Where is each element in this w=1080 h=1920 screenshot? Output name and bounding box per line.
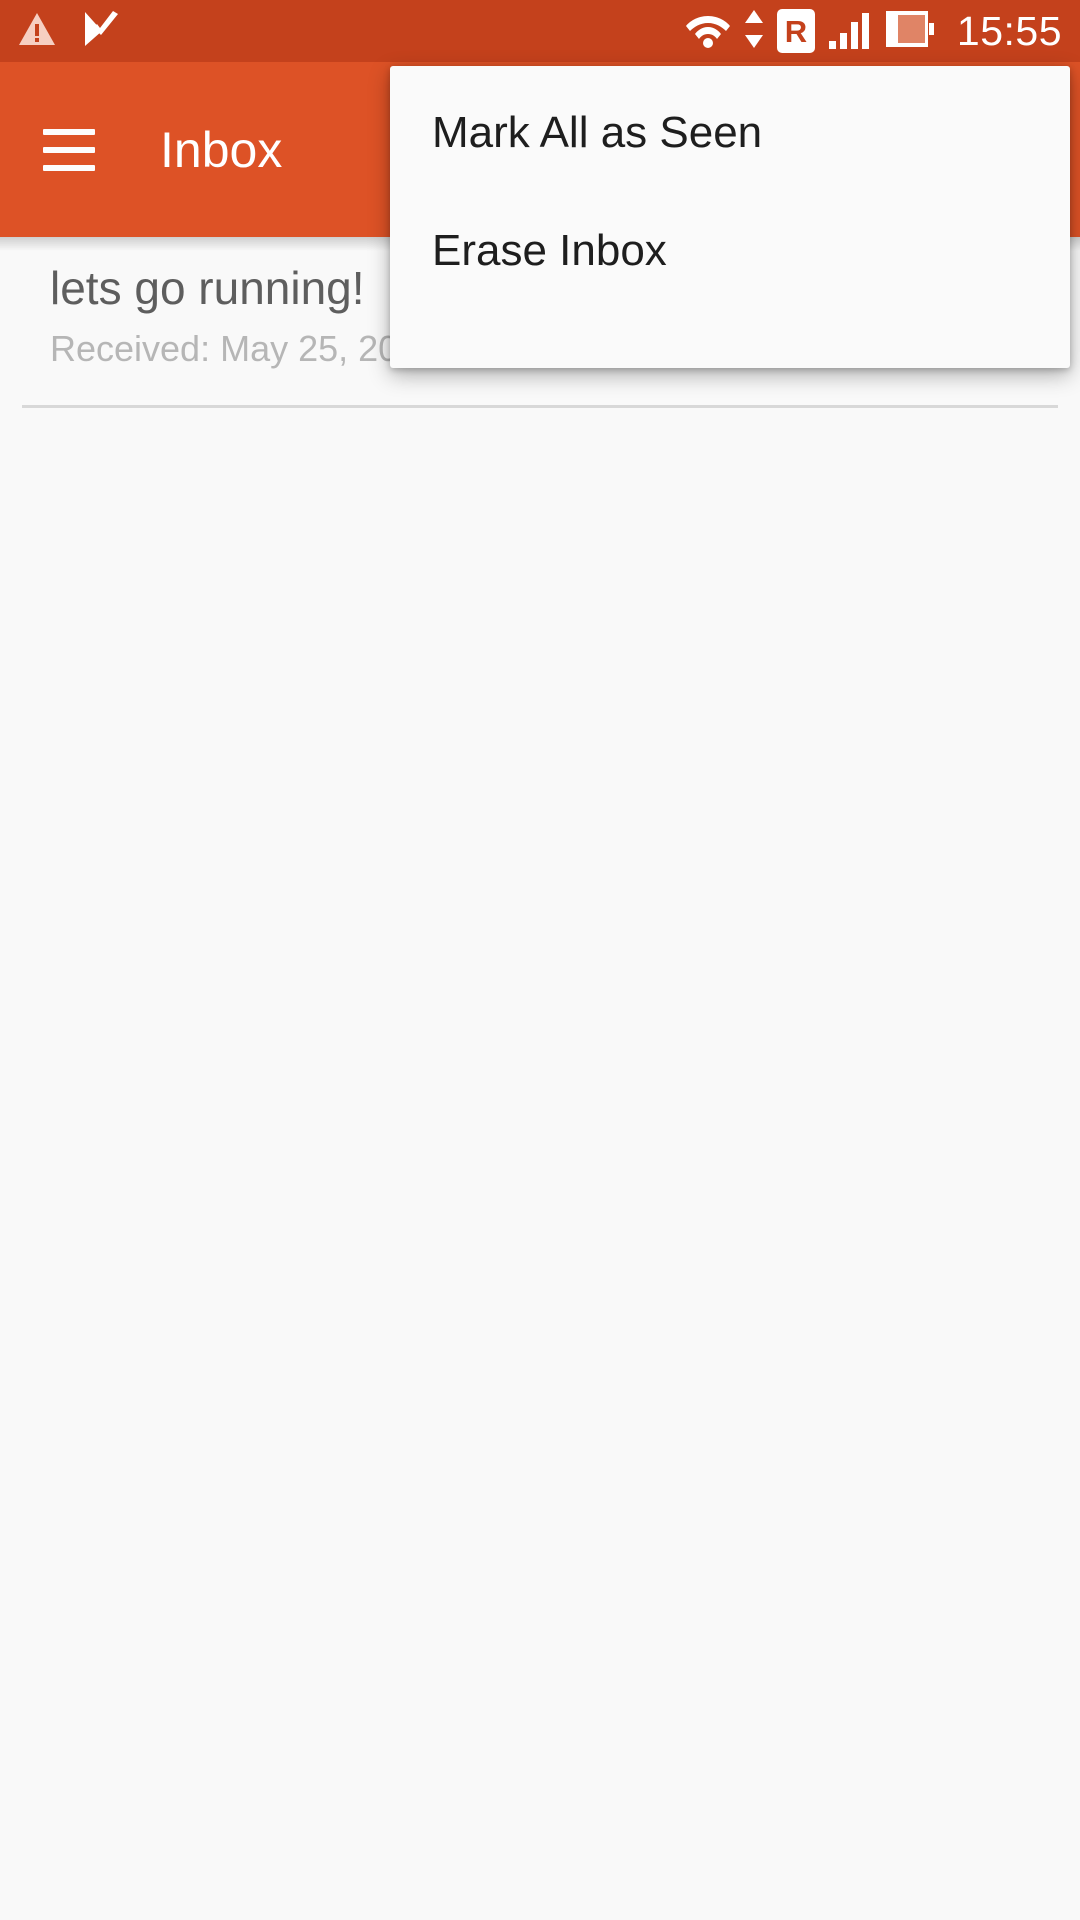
list-item-divider bbox=[22, 404, 1058, 408]
roaming-badge-label: R bbox=[784, 13, 808, 49]
status-bar: R 15:55 bbox=[0, 0, 1080, 62]
data-transfer-arrows-icon bbox=[744, 8, 764, 55]
checkmark-play-icon bbox=[82, 9, 122, 54]
page-title: Inbox bbox=[160, 121, 283, 178]
status-bar-right-icons: R 15:55 bbox=[685, 8, 1062, 55]
cell-signal-bars-icon bbox=[828, 9, 872, 54]
status-bar-clock: 15:55 bbox=[956, 7, 1062, 54]
hamburger-line-2 bbox=[43, 146, 95, 153]
menu-item-label: Mark All as Seen bbox=[432, 108, 763, 157]
menu-item-mark-all-as-seen[interactable]: Mark All as Seen bbox=[390, 74, 1070, 192]
roaming-badge-icon: R bbox=[776, 9, 815, 53]
status-bar-left-icons bbox=[18, 9, 122, 54]
hamburger-menu-icon[interactable] bbox=[43, 124, 95, 176]
hamburger-line-1 bbox=[43, 128, 95, 135]
overflow-menu: Mark All as Seen Erase Inbox bbox=[390, 66, 1070, 368]
menu-item-erase-inbox[interactable]: Erase Inbox bbox=[390, 192, 1070, 310]
menu-item-label: Erase Inbox bbox=[432, 226, 667, 275]
battery-icon bbox=[885, 9, 935, 54]
wifi-icon bbox=[685, 10, 731, 53]
hamburger-line-3 bbox=[43, 164, 95, 171]
warning-triangle-icon bbox=[18, 12, 56, 51]
